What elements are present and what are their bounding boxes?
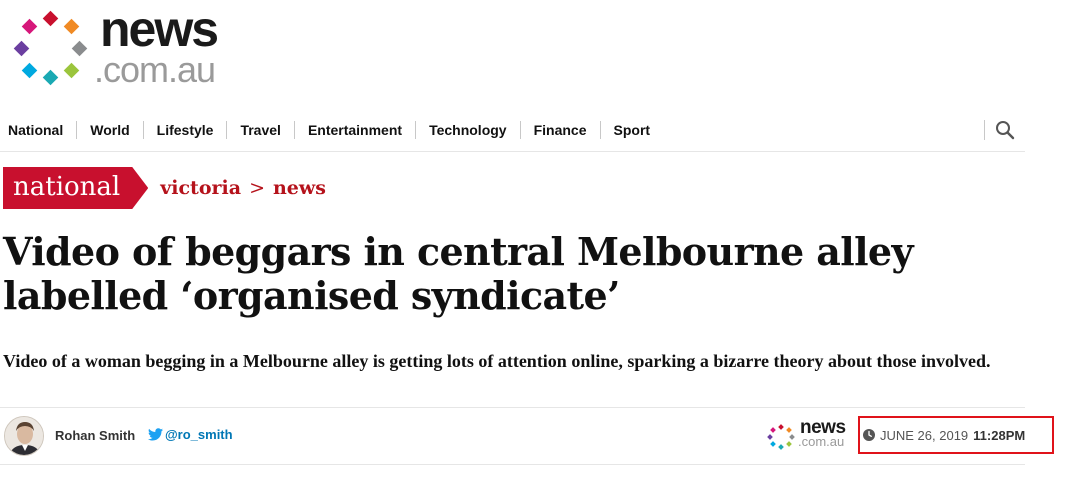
author-avatar[interactable] xyxy=(4,416,44,456)
author-name[interactable]: Rohan Smith xyxy=(55,428,135,443)
twitter-bird-icon xyxy=(148,428,163,441)
breadcrumb: victoria > news xyxy=(160,177,326,199)
author-portrait-icon xyxy=(5,417,43,455)
nav-item-national[interactable]: National xyxy=(8,121,76,139)
nav-item-entertainment[interactable]: Entertainment xyxy=(293,121,415,139)
mini-logo-domain: .com.au xyxy=(798,434,845,449)
breadcrumb-news[interactable]: news xyxy=(273,177,326,199)
logo-domain: .com.au xyxy=(94,49,216,90)
breadcrumb-separator: > xyxy=(249,177,265,199)
publish-date-text: JUNE 26, 2019 xyxy=(880,427,969,443)
article-standfirst: Video of a woman begging in a Melbourne … xyxy=(3,351,991,371)
nav-item-lifestyle[interactable]: Lifestyle xyxy=(142,121,227,139)
breadcrumb-victoria[interactable]: victoria xyxy=(160,177,241,199)
publish-time: 11:28PM xyxy=(973,427,1026,443)
clock-icon xyxy=(863,429,875,441)
article-headline: Video of beggars in central Melbourne al… xyxy=(3,229,914,318)
nav-item-technology[interactable]: Technology xyxy=(415,121,520,139)
news-mini-logo: news .com.au xyxy=(767,418,855,454)
logo-dots-icon xyxy=(13,10,94,88)
search-button[interactable] xyxy=(984,120,1015,140)
nav-item-finance[interactable]: Finance xyxy=(519,121,600,139)
byline-bar: Rohan Smith @ro_smith news .com.au JUNE … xyxy=(0,407,1054,465)
twitter-link[interactable]: @ro_smith xyxy=(148,427,233,442)
main-nav: National World Lifestyle Travel Entertai… xyxy=(0,114,1025,152)
logo-wordmark: news xyxy=(100,1,219,57)
section-tag-national[interactable]: national xyxy=(3,167,148,209)
twitter-handle: @ro_smith xyxy=(165,427,233,442)
publish-date: JUNE 26, 2019 11:28PM xyxy=(858,416,1054,454)
news-logo[interactable]: news .com.au xyxy=(13,4,244,90)
nav-item-travel[interactable]: Travel xyxy=(226,121,293,139)
search-icon xyxy=(996,121,1015,140)
nav-item-sport[interactable]: Sport xyxy=(599,121,664,139)
section-header: national victoria > news xyxy=(3,167,326,209)
nav-item-world[interactable]: World xyxy=(76,121,142,139)
